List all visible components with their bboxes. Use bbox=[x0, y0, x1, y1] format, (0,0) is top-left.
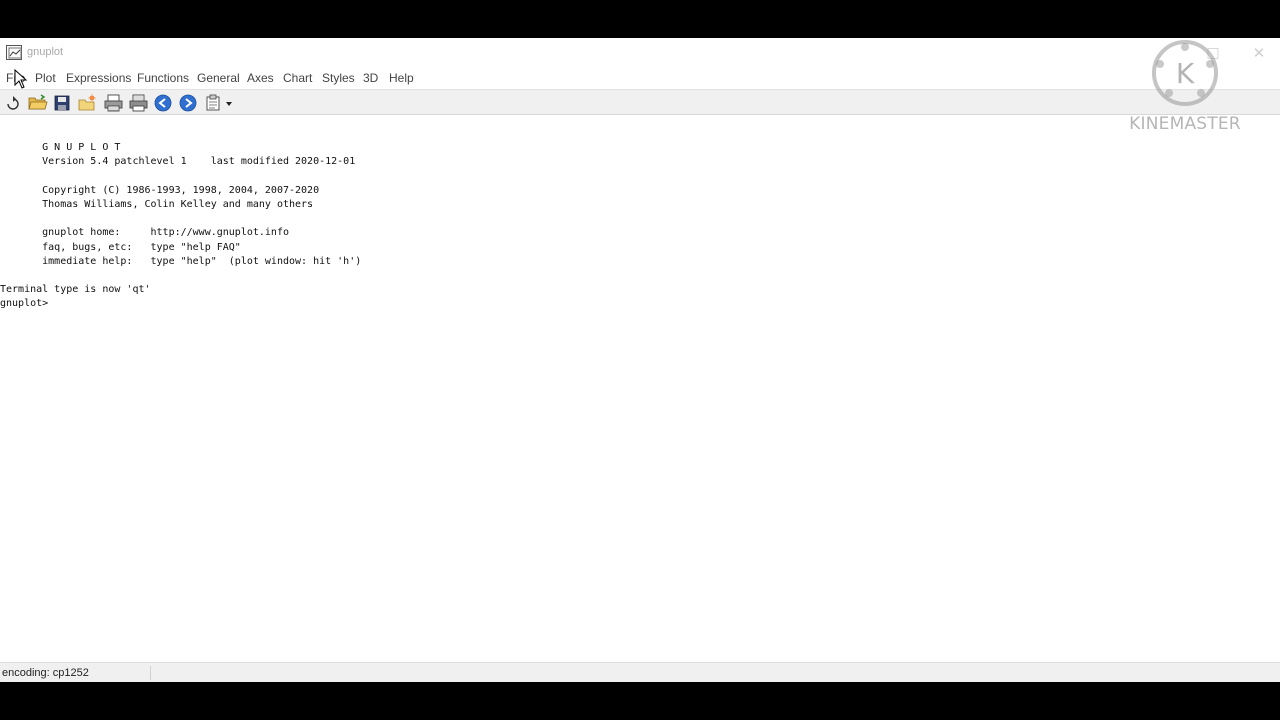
close-button[interactable]: ✕ bbox=[1249, 44, 1269, 62]
menu-plot[interactable]: Plot bbox=[35, 71, 56, 85]
menu-chart[interactable]: Chart bbox=[283, 71, 312, 85]
menu-help[interactable]: Help bbox=[389, 71, 414, 85]
save-icon[interactable] bbox=[53, 94, 71, 112]
menu-functions[interactable]: Functions bbox=[137, 71, 189, 85]
options-dropdown-icon[interactable] bbox=[205, 94, 235, 112]
console-line: faq, bugs, etc: type "help FAQ" bbox=[0, 241, 241, 253]
menu-expressions[interactable]: Expressions bbox=[66, 71, 131, 85]
console-line: G N U P L O T bbox=[0, 142, 121, 154]
console-line: Copyright (C) 1986-1993, 1998, 2004, 200… bbox=[0, 184, 320, 196]
console-output[interactable]: G N U P L O T Version 5.4 patchlevel 1 l… bbox=[0, 116, 1280, 662]
menu-3d[interactable]: 3D bbox=[363, 71, 378, 85]
status-bar: encoding: cp1252 bbox=[0, 662, 1280, 682]
console-line: gnuplot home: http://www.gnuplot.info bbox=[0, 227, 289, 239]
status-separator bbox=[150, 666, 151, 680]
print-icon[interactable] bbox=[104, 94, 123, 112]
console-line: gnuplot> bbox=[0, 298, 55, 310]
open-folder-icon[interactable] bbox=[28, 94, 48, 112]
watermark-letter: K bbox=[1176, 57, 1195, 90]
replot-icon[interactable] bbox=[4, 94, 22, 112]
console-line: immediate help: type "help" (plot window… bbox=[0, 255, 362, 267]
menu-bar: File Plot Expressions Functions General … bbox=[0, 68, 1280, 88]
toolbar bbox=[0, 89, 1280, 115]
console-line: Terminal type is now 'qt' bbox=[0, 284, 151, 296]
menu-styles[interactable]: Styles bbox=[322, 71, 355, 85]
mouse-pointer-icon bbox=[14, 68, 28, 89]
gnuplot-window: gnuplot □ ✕ File Plot Expressions Functi… bbox=[0, 38, 1280, 682]
kinemaster-watermark: K KINEMASTER bbox=[1126, 40, 1244, 136]
gnuplot-app-icon bbox=[6, 45, 22, 60]
encoding-status: encoding: cp1252 bbox=[2, 667, 89, 679]
watermark-text: KINEMASTER bbox=[1129, 114, 1241, 134]
console-text: G N U P L O T Version 5.4 patchlevel 1 l… bbox=[0, 127, 361, 312]
menu-general[interactable]: General bbox=[197, 71, 240, 85]
change-directory-icon[interactable] bbox=[78, 94, 96, 112]
title-bar: gnuplot □ ✕ bbox=[0, 38, 1280, 68]
forward-icon[interactable] bbox=[179, 94, 197, 112]
print-setup-icon[interactable] bbox=[129, 94, 148, 112]
back-icon[interactable] bbox=[154, 94, 172, 112]
window-title: gnuplot bbox=[27, 46, 64, 58]
kinemaster-logo: K bbox=[1152, 40, 1218, 106]
console-line: Version 5.4 patchlevel 1 last modified 2… bbox=[0, 156, 356, 168]
menu-axes[interactable]: Axes bbox=[247, 71, 274, 85]
console-line: Thomas Williams, Colin Kelley and many o… bbox=[0, 199, 314, 211]
